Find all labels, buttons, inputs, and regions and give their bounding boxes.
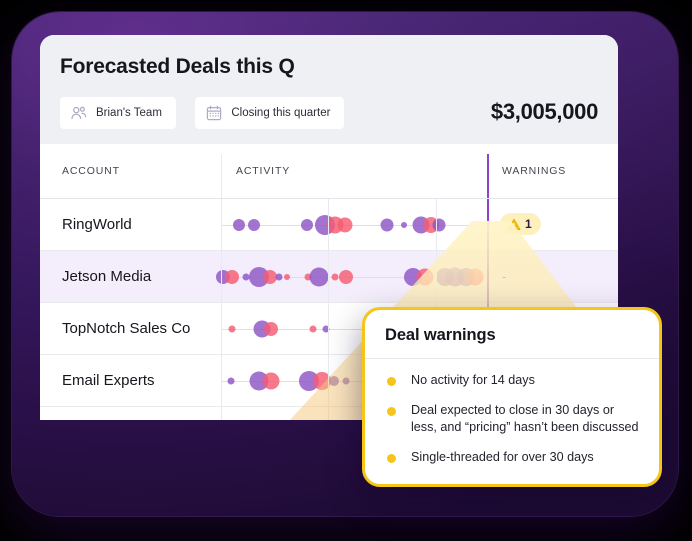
activity-bubble[interactable] — [227, 377, 235, 385]
activity-bubble[interactable] — [275, 273, 283, 281]
gridline-col-1 — [328, 199, 329, 420]
column-header-warnings: WARNINGS — [502, 165, 567, 177]
page-title: Forecasted Deals this Q — [60, 55, 295, 78]
table-header-row: ACCOUNT ACTIVITY WARNINGS — [40, 144, 618, 199]
tooltip-warning-list: No activity for 14 days Deal expected to … — [365, 359, 659, 484]
total-amount: $3,005,000 — [490, 99, 598, 124]
activity-bubble[interactable] — [225, 270, 239, 284]
card-header: Forecasted Deals this Q Brian's Team Clo… — [40, 35, 618, 144]
warning-triangle-icon — [507, 218, 521, 231]
activity-bubble[interactable] — [264, 322, 278, 336]
tooltip-warning-item: No activity for 14 days — [385, 372, 639, 389]
activity-bubble[interactable] — [284, 274, 290, 280]
column-header-activity: ACTIVITY — [236, 165, 291, 177]
tooltip-title: Deal warnings — [365, 310, 659, 359]
filter-chip-timeframe[interactable]: Closing this quarter — [195, 97, 345, 129]
divider-activity-warnings — [487, 154, 489, 198]
activity-bubble[interactable] — [337, 217, 353, 233]
activity-bubble[interactable] — [331, 273, 339, 281]
screenshot-stage: Forecasted Deals this Q Brian's Team Clo… — [0, 0, 692, 541]
activity-bubble[interactable] — [301, 219, 313, 231]
tooltip-warning-item: Single-threaded for over 30 days — [385, 449, 639, 466]
table-row[interactable]: Jetson Media - — [40, 251, 618, 303]
activity-bubble[interactable] — [380, 218, 394, 232]
calendar-icon — [206, 105, 222, 121]
activity-bubble[interactable] — [401, 222, 407, 228]
account-name: Jetson Media — [62, 268, 152, 285]
activity-bubble[interactable] — [309, 267, 329, 287]
column-header-account: ACCOUNT — [62, 165, 120, 177]
activity-timeline — [216, 251, 486, 303]
activity-timeline — [221, 199, 486, 251]
activity-bubble[interactable] — [432, 218, 446, 232]
activity-bubble[interactable] — [339, 270, 353, 284]
activity-bubble[interactable] — [416, 268, 434, 286]
people-icon — [71, 106, 87, 120]
deal-warnings-tooltip: Deal warnings No activity for 14 days Dea… — [362, 307, 662, 487]
filters-row: Brian's Team Closing this quarter $3,005… — [60, 97, 598, 129]
account-name: Email Experts — [62, 372, 155, 389]
activity-bubble[interactable] — [342, 377, 350, 385]
activity-bubble[interactable] — [262, 372, 280, 390]
account-name: TopNotch Sales Co — [62, 320, 191, 337]
activity-bubble[interactable] — [329, 376, 339, 386]
divider-account-activity — [221, 154, 222, 198]
activity-bubble[interactable] — [309, 325, 317, 333]
activity-track — [221, 225, 486, 226]
filter-chip-team-label: Brian's Team — [96, 107, 162, 119]
warning-count: 1 — [525, 217, 532, 231]
activity-bubble[interactable] — [248, 219, 260, 231]
activity-bubble[interactable] — [466, 268, 484, 286]
warning-badge[interactable]: 1 — [500, 213, 541, 235]
gridline-col-0 — [221, 199, 222, 420]
activity-bubble[interactable] — [233, 219, 245, 231]
account-name: RingWorld — [62, 216, 132, 233]
table-row[interactable]: RingWorld 1 — [40, 199, 618, 251]
filter-chip-team[interactable]: Brian's Team — [60, 97, 176, 129]
warning-value: - — [502, 269, 507, 284]
tooltip-warning-item: Deal expected to close in 30 days or les… — [385, 402, 639, 436]
activity-bubble[interactable] — [228, 325, 236, 333]
filter-chip-timeframe-label: Closing this quarter — [231, 107, 331, 119]
